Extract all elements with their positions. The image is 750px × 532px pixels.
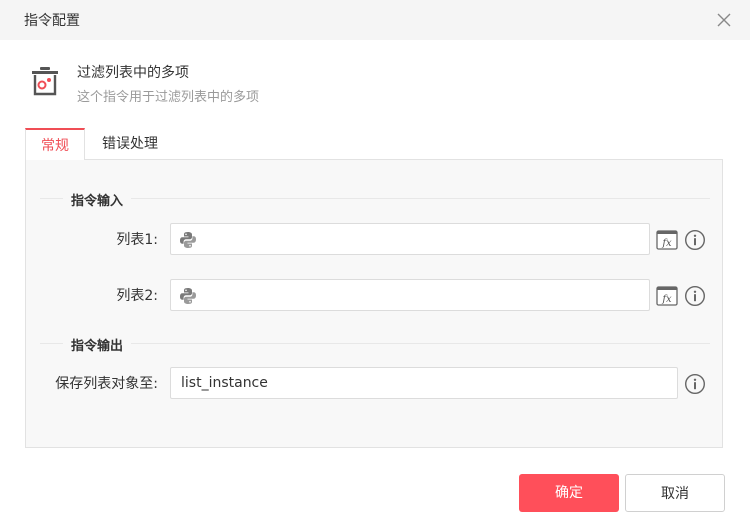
command-config-dialog: 指令配置 过滤列表中的多项 这个指令用于过滤列表中的多项 常规 错误处理 指令输… [0, 0, 750, 532]
command-name: 过滤列表中的多项 [77, 65, 189, 81]
tab-error-handling[interactable]: 错误处理 [85, 128, 175, 160]
svg-text:fx: fx [661, 238, 672, 249]
field-label-list2: 列表2: [116, 288, 158, 304]
dialog-title: 指令配置 [24, 13, 80, 29]
fx-icon[interactable]: fx [656, 285, 678, 307]
info-icon[interactable] [684, 229, 706, 251]
list-filter-icon [32, 67, 58, 96]
input-section-title: 指令输入 [63, 190, 132, 209]
close-icon[interactable] [712, 8, 736, 32]
section-divider [40, 198, 710, 199]
svg-text:fx: fx [661, 294, 672, 305]
dialog-titlebar: 指令配置 [0, 0, 750, 40]
info-icon[interactable] [684, 373, 706, 395]
section-divider [40, 343, 710, 344]
output-section-title: 指令输出 [63, 335, 132, 354]
list1-input[interactable] [170, 223, 650, 255]
save-list-input[interactable]: list_instance [170, 367, 678, 399]
list2-input[interactable] [170, 279, 650, 311]
cancel-button[interactable]: 取消 [625, 474, 725, 512]
tab-general[interactable]: 常规 [25, 128, 85, 160]
save-list-value: list_instance [181, 375, 268, 391]
python-icon [180, 288, 196, 304]
python-icon [180, 232, 196, 248]
fx-icon[interactable]: fx [656, 229, 678, 251]
info-icon[interactable] [684, 285, 706, 307]
field-label-save-list: 保存列表对象至: [55, 376, 158, 392]
field-label-list1: 列表1: [116, 232, 158, 248]
command-description: 这个指令用于过滤列表中的多项 [77, 90, 260, 105]
confirm-button[interactable]: 确定 [519, 474, 619, 512]
